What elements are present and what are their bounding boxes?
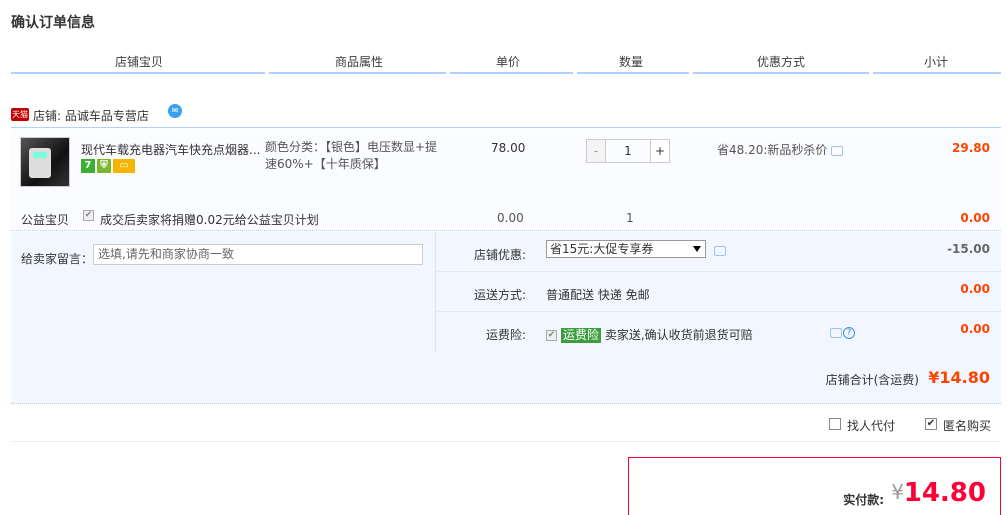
header-divider <box>446 72 450 74</box>
comment-icon[interactable] <box>831 145 844 156</box>
shipping-label: 运送方式: <box>473 288 526 302</box>
payment-currency: ¥ <box>891 480 904 504</box>
qty-decrease-button[interactable]: - <box>586 139 606 163</box>
shop-total-label: 店铺合计(含运费) <box>825 373 919 387</box>
payment-summary: 实付款: ¥ 14.80 <box>628 457 1001 515</box>
charity-checkbox: ✔ <box>83 210 94 221</box>
seven-day-return-icon[interactable]: 7 <box>81 159 95 173</box>
header-subtotal: 小计 <box>923 55 948 69</box>
comment-icon[interactable] <box>714 246 726 256</box>
order-options-panel: 给卖家留言： 选填,请先和商家协商一致 店铺优惠: 省15元:大促专享券 -15… <box>11 232 1001 352</box>
pay-for-me-label[interactable]: 找人代付 <box>847 417 895 434</box>
qty-input[interactable]: 1 <box>606 139 650 163</box>
comment-icon[interactable] <box>830 327 842 338</box>
pay-for-me-checkbox[interactable] <box>829 418 841 430</box>
shop-name[interactable]: 店铺: 品诚车品专营店 <box>33 107 149 124</box>
shop-total-value: ¥14.80 <box>928 368 990 387</box>
shop-discount-label: 店铺优惠: <box>473 248 526 262</box>
item-subtotal: 29.80 <box>952 141 990 155</box>
charity-row: 公益宝贝 ✔ 成交后卖家将捐赠0.02元给公益宝贝计划 0.00 1 0.00 <box>11 203 1001 231</box>
shipping-amount: 0.00 <box>960 282 990 296</box>
product-thumbnail[interactable] <box>20 137 70 187</box>
memo-label: 给卖家留言： <box>21 252 94 266</box>
header-shop-item: 店铺宝贝 <box>114 55 163 69</box>
header-attr: 商品属性 <box>334 55 383 69</box>
header-divider <box>689 72 693 74</box>
payment-amount: 14.80 <box>903 478 986 508</box>
freight-insurance-text: 卖家送,确认收货前退货可赔 <box>604 328 753 342</box>
quantity-stepper: - 1 + <box>586 139 672 163</box>
freight-insurance-value: ✔ 运费险 卖家送,确认收货前退货可赔 <box>546 326 753 343</box>
coupon-selected: 省15元:大促专享券 <box>550 242 654 256</box>
shipping-row: 运送方式: 普通配送 快递 免邮 0.00 <box>436 272 1001 312</box>
freight-icons: ? <box>826 325 855 339</box>
payment-label: 实付款: <box>843 493 884 507</box>
header-divider <box>265 72 269 74</box>
shipping-value: 普通配送 快递 免邮 <box>546 288 650 302</box>
charity-price: 0.00 <box>497 211 524 225</box>
item-promo: 省48.20:新品秒杀价 <box>717 141 844 158</box>
anonymous-label[interactable]: 匿名购买 <box>943 417 991 434</box>
header-divider <box>869 72 873 74</box>
chevron-down-icon <box>693 246 701 252</box>
charity-label: 公益宝贝 <box>21 213 70 227</box>
tmall-tag: 天猫 <box>11 108 29 121</box>
freight-insurance-checkbox: ✔ <box>546 330 557 341</box>
freight-insurance-row: 运费险: ✔ 运费险 卖家送,确认收货前退货可赔 ? 0.00 <box>436 312 1001 352</box>
item-unit-price: 78.00 <box>491 141 526 155</box>
anonymous-checkbox[interactable]: ✔ <box>925 418 937 430</box>
shop-discount-amount: -15.00 <box>947 242 990 256</box>
freight-insurance-amount: 0.00 <box>960 322 990 336</box>
charity-qty: 1 <box>626 211 634 225</box>
header-divider <box>573 72 577 74</box>
qty-increase-button[interactable]: + <box>650 139 670 163</box>
shop-discount-row: 店铺优惠: 省15元:大促专享券 -15.00 <box>436 232 1001 272</box>
freight-insurance-tag: 运费险 <box>561 328 602 343</box>
shop-total-row: 店铺合计(含运费) ¥14.80 <box>11 352 1001 404</box>
coupon-select[interactable]: 省15元:大促专享券 <box>546 240 706 258</box>
item-title-link[interactable]: 现代车载充电器汽车快充点烟器... <box>81 141 261 158</box>
item-attributes: 颜色分类：【银色】电压数显+提速60%+【十年质保】 <box>265 140 438 171</box>
charity-desc: 成交后卖家将捐赠0.02元给公益宝贝计划 <box>100 213 319 227</box>
purchase-options-row: 找人代付 ✔ 匿名购买 <box>11 404 1001 442</box>
guarantee-shield-icon[interactable]: ⛨ <box>97 159 111 173</box>
header-price: 单价 <box>495 55 520 69</box>
order-item: 现代车载充电器汽车快充点烟器... 7 ⛨ ▭ 颜色分类：【银色】电压数显+提速60… <box>11 129 1001 203</box>
credit-card-icon[interactable]: ▭ <box>113 159 135 173</box>
promo-text: 省48.20:新品秒杀价 <box>717 143 828 157</box>
freight-insurance-label: 运费险: <box>485 328 526 342</box>
header-promo: 优惠方式 <box>756 55 805 69</box>
service-badges: 7 ⛨ ▭ <box>81 159 137 175</box>
help-icon[interactable]: ? <box>843 326 855 339</box>
product-image-shape <box>33 152 47 158</box>
chat-icon[interactable]: ✉ <box>168 104 182 118</box>
header-qty: 数量 <box>618 55 643 69</box>
page-title: 确认订单信息 <box>11 15 95 31</box>
table-header: 店铺宝贝 商品属性 单价 数量 优惠方式 小计 <box>11 50 1001 74</box>
memo-section: 给卖家留言： 选填,请先和商家协商一致 <box>11 232 436 352</box>
memo-input[interactable]: 选填,请先和商家协商一致 <box>93 244 423 265</box>
shop-row: 天猫 店铺: 品诚车品专营店 ✉ <box>11 104 1001 128</box>
charity-subtotal: 0.00 <box>960 211 990 225</box>
